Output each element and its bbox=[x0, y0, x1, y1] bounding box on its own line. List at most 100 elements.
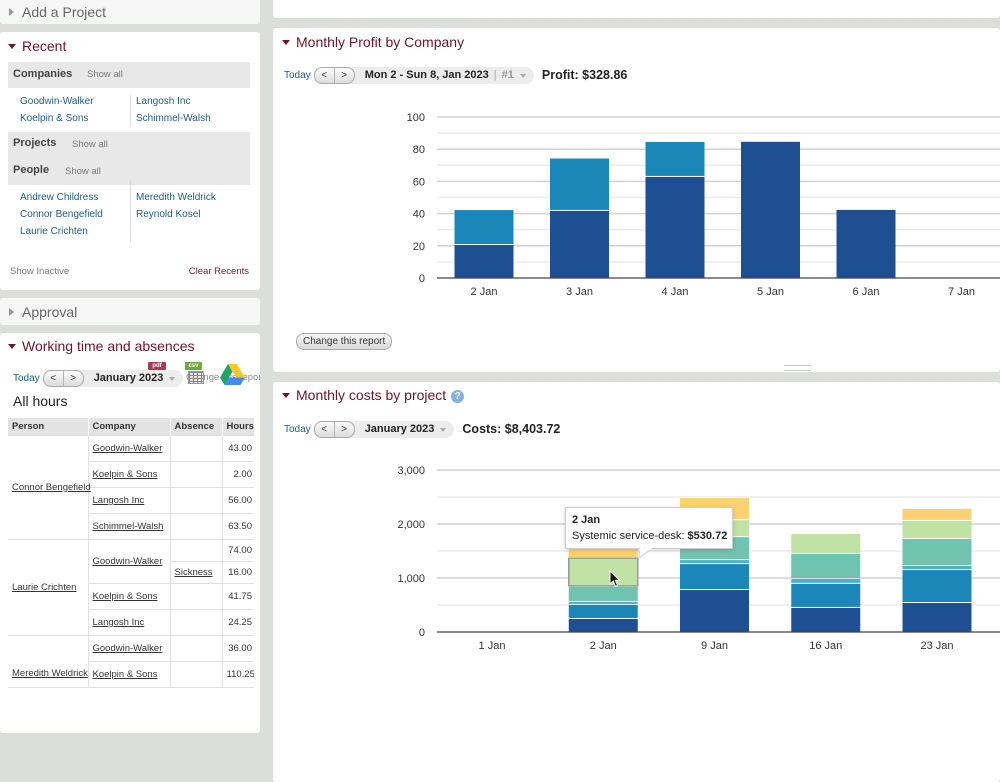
person-cell: Laurie Crichten bbox=[8, 539, 89, 636]
column-header-hours[interactable]: Hours bbox=[222, 418, 254, 436]
company-cell: Koelpin & Sons bbox=[87, 661, 171, 688]
recent-person-link[interactable]: Andrew Childress bbox=[20, 192, 98, 204]
company-link[interactable]: Koelpin & Sons bbox=[93, 669, 158, 680]
company-link[interactable]: Schimmel-Walsh bbox=[93, 521, 164, 532]
bar-segment bbox=[791, 579, 861, 583]
people-show-all-link[interactable]: Show all bbox=[65, 166, 101, 178]
chevron-down-icon[interactable] bbox=[440, 428, 447, 432]
working-time-toolbar: Today < > January 2023 bbox=[13, 369, 184, 387]
period-label[interactable]: January 2023 bbox=[365, 423, 435, 435]
recent-company-link[interactable]: Schimmel-Walsh bbox=[136, 113, 211, 125]
next-period-button[interactable]: > bbox=[333, 421, 354, 437]
hours-cell: 16.00 bbox=[221, 561, 254, 584]
collapse-arrow-icon[interactable] bbox=[8, 44, 16, 49]
collapse-arrow-icon[interactable] bbox=[8, 344, 16, 349]
companies-header: Companies Show all bbox=[8, 62, 250, 88]
chevron-down-icon[interactable] bbox=[169, 377, 176, 381]
bar-segment bbox=[791, 607, 861, 632]
company-link[interactable]: Koelpin & Sons bbox=[93, 469, 158, 480]
expand-arrow-icon[interactable] bbox=[9, 308, 14, 316]
spreadsheet-icon[interactable] bbox=[188, 371, 204, 384]
csv-export-icon[interactable]: csv bbox=[185, 362, 202, 370]
today-link[interactable]: Today bbox=[284, 70, 311, 81]
collapse-arrow-icon[interactable] bbox=[282, 393, 290, 398]
recent-person-link[interactable]: Laurie Crichten bbox=[20, 226, 88, 238]
absence-cell bbox=[169, 583, 223, 610]
profit-title[interactable]: Monthly Profit by Company bbox=[296, 34, 464, 50]
column-header-person[interactable]: Person bbox=[8, 418, 89, 436]
costs-total: Costs: $8,403.72 bbox=[462, 422, 561, 436]
hours-cell: 110.25 bbox=[221, 661, 254, 688]
clear-recents-link[interactable]: Clear Recents bbox=[189, 266, 249, 278]
resize-handle[interactable] bbox=[784, 365, 811, 371]
google-drive-icon[interactable] bbox=[220, 364, 245, 385]
next-period-button[interactable]: > bbox=[62, 370, 83, 386]
absence-link[interactable]: Sickness bbox=[175, 567, 213, 578]
recent-company-link[interactable]: Koelpin & Sons bbox=[20, 113, 88, 125]
bar-segment bbox=[902, 603, 972, 632]
bar-segment bbox=[680, 560, 749, 564]
person-link[interactable]: Connor Bengefield bbox=[12, 482, 91, 493]
collapse-arrow-icon[interactable] bbox=[282, 40, 290, 45]
help-icon[interactable] bbox=[451, 390, 465, 403]
prev-period-button[interactable]: < bbox=[315, 68, 334, 83]
prev-period-button[interactable]: < bbox=[44, 371, 63, 386]
recent-person-link[interactable]: Connor Bengefield bbox=[20, 209, 103, 221]
company-link[interactable]: Langosh Inc bbox=[93, 617, 145, 628]
change-report-button[interactable]: Change this report bbox=[296, 333, 393, 350]
add-project-panel: Add a Project bbox=[0, 0, 260, 24]
period-index[interactable]: #1 bbox=[502, 69, 514, 81]
next-period-button[interactable]: > bbox=[333, 67, 354, 83]
approval-title[interactable]: Approval bbox=[22, 304, 77, 320]
chevron-down-icon[interactable] bbox=[519, 74, 526, 78]
costs-title[interactable]: Monthly costs by project bbox=[296, 387, 446, 403]
period-selector[interactable]: < > January 2023 bbox=[42, 369, 184, 387]
tooltip-value: $530.72 bbox=[687, 530, 728, 542]
all-hours-heading: All hours bbox=[13, 393, 68, 409]
recent-panel: Recent Companies Show all Goodwin-Walker… bbox=[0, 32, 260, 290]
hours-table-container: Person Company Absence Hours Connor Beng… bbox=[8, 418, 254, 688]
projects-label: Projects bbox=[13, 137, 57, 149]
recent-company-link[interactable]: Goodwin-Walker bbox=[20, 96, 94, 108]
period-label[interactable]: Mon 2 - Sun 8, Jan 2023 bbox=[365, 69, 489, 81]
column-header-company[interactable]: Company bbox=[88, 418, 171, 436]
recent-person-link[interactable]: Meredith Weldrick bbox=[136, 192, 216, 204]
pdf-export-icon[interactable]: pdf bbox=[148, 362, 166, 370]
today-link[interactable]: Today bbox=[13, 373, 40, 384]
company-link[interactable]: Goodwin-Walker bbox=[93, 443, 163, 454]
company-link[interactable]: Langosh Inc bbox=[93, 495, 145, 506]
show-inactive-link[interactable]: Show Inactive bbox=[10, 266, 69, 278]
bar-segment bbox=[568, 604, 638, 618]
projects-show-all-link[interactable]: Show all bbox=[72, 139, 108, 151]
bar-segment bbox=[645, 176, 705, 278]
recent-title[interactable]: Recent bbox=[22, 38, 66, 54]
hours-cell: 63.50 bbox=[221, 513, 254, 540]
company-link[interactable]: Goodwin-Walker bbox=[93, 643, 163, 654]
person-link[interactable]: Meredith Weldrick bbox=[12, 668, 88, 679]
companies-show-all-link[interactable]: Show all bbox=[87, 69, 123, 81]
company-link[interactable]: Koelpin & Sons bbox=[93, 591, 158, 602]
company-link[interactable]: Goodwin-Walker bbox=[93, 556, 163, 567]
add-project-title[interactable]: Add a Project bbox=[22, 4, 106, 20]
y-tick-label: 40 bbox=[413, 209, 425, 221]
x-tick-label: 5 Jan bbox=[757, 286, 784, 298]
bar-segment bbox=[568, 586, 638, 601]
tooltip-line: Systemic service-desk: $530.72 bbox=[572, 529, 728, 543]
period-selector[interactable]: < > Mon 2 - Sun 8, Jan 2023 | #1 bbox=[313, 66, 534, 84]
prev-period-button[interactable]: < bbox=[315, 422, 334, 437]
today-link[interactable]: Today bbox=[284, 424, 311, 435]
period-label[interactable]: January 2023 bbox=[94, 372, 164, 384]
y-tick-label: 100 bbox=[407, 112, 425, 124]
x-tick-label: 4 Jan bbox=[662, 286, 689, 298]
period-selector[interactable]: < > January 2023 bbox=[313, 420, 455, 438]
recent-person-link[interactable]: Reynold Kosel bbox=[136, 209, 200, 221]
expand-arrow-icon[interactable] bbox=[9, 8, 14, 16]
chart-tooltip: 2 Jan Systemic service-desk: $530.72 bbox=[565, 507, 733, 549]
recent-company-link[interactable]: Langosh Inc bbox=[136, 96, 191, 108]
column-header-absence[interactable]: Absence bbox=[170, 418, 223, 436]
hours-cell: 24.25 bbox=[221, 609, 254, 636]
hours-cell: 74.00 bbox=[221, 539, 254, 562]
person-link[interactable]: Laurie Crichten bbox=[12, 582, 76, 593]
working-time-title[interactable]: Working time and absences bbox=[22, 338, 195, 354]
y-tick-label: 80 bbox=[413, 144, 425, 156]
